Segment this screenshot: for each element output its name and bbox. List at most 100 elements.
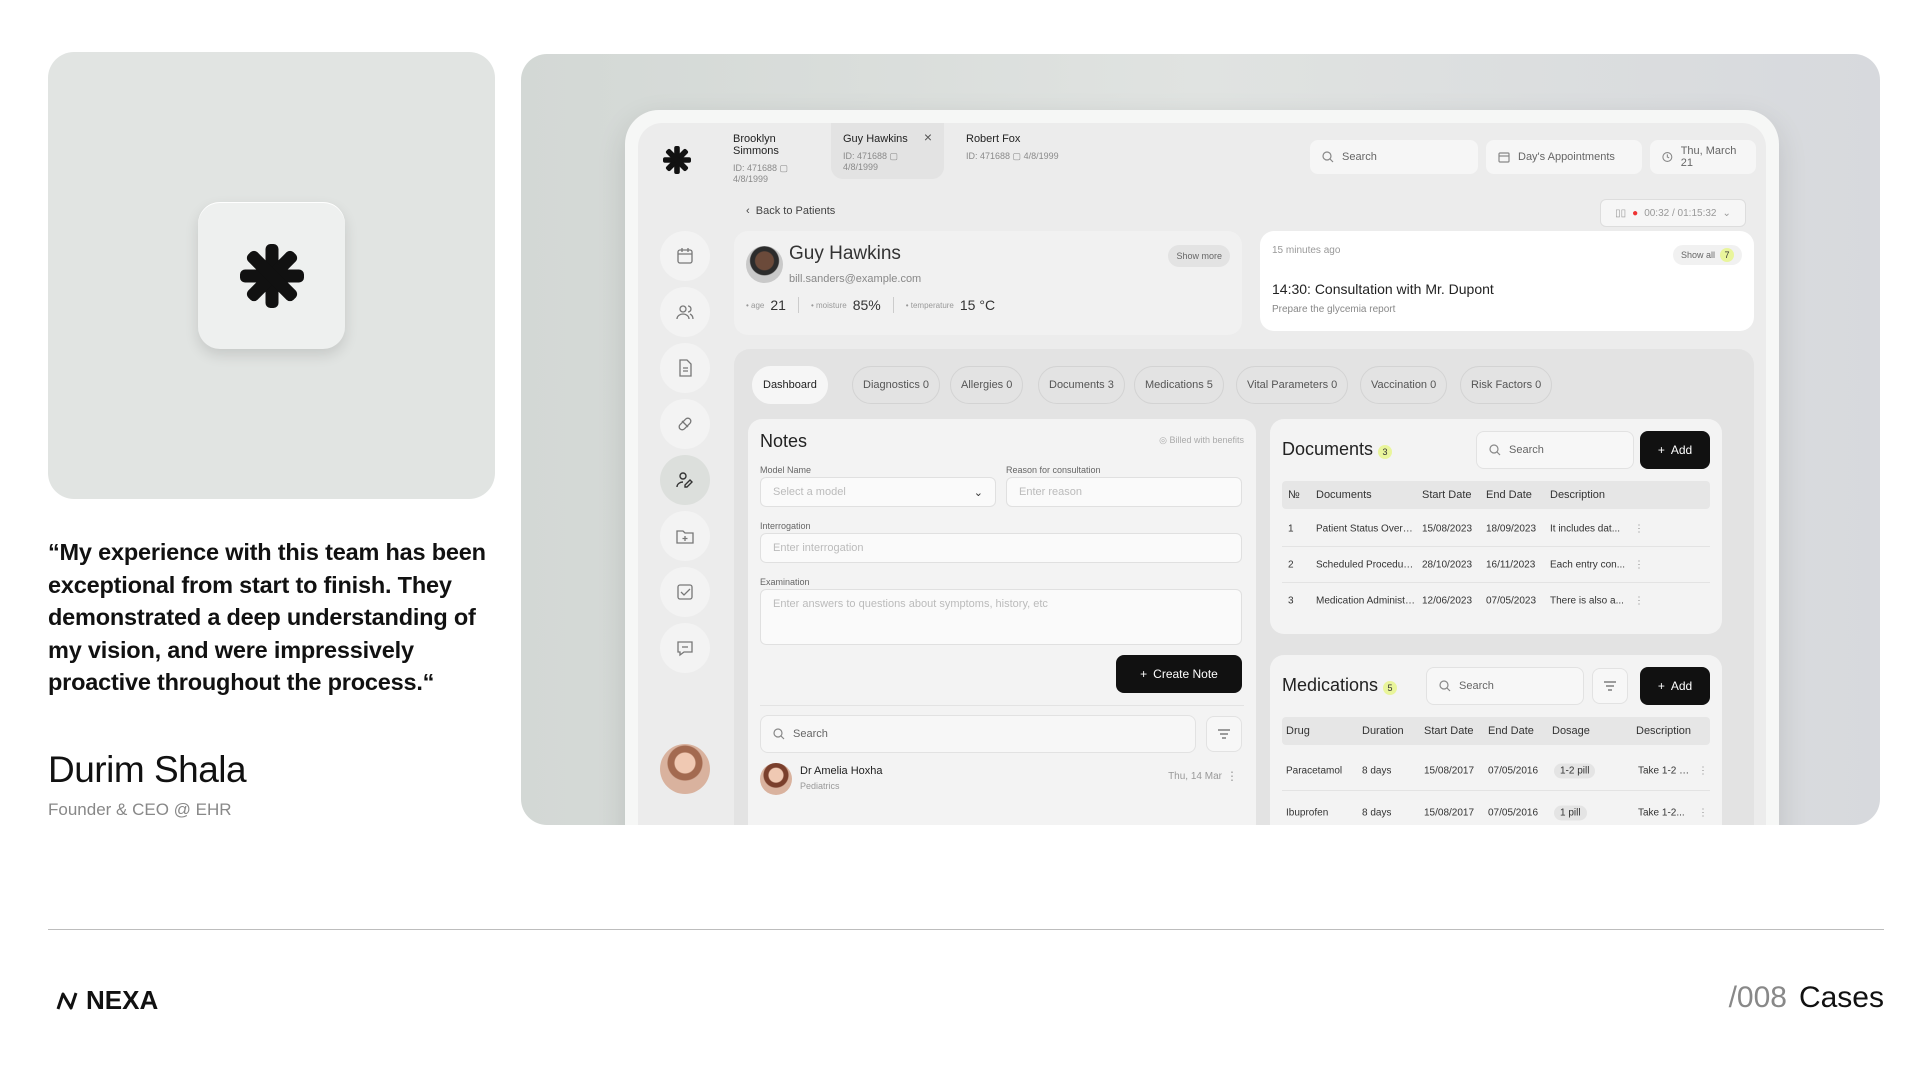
divider — [48, 929, 1884, 930]
add-medication-button[interactable]: + Add — [1640, 667, 1710, 705]
column-header: Duration — [1362, 725, 1404, 737]
table-cell: 1 — [1288, 523, 1294, 534]
more-vertical-icon[interactable]: ⋮ — [1634, 596, 1644, 607]
date-label: Thu, March 21 — [1680, 145, 1737, 169]
add-document-button[interactable]: + Add — [1640, 431, 1710, 469]
close-tab-icon[interactable]: × — [924, 129, 932, 145]
medications-card: Medications 5 Search + Add Drug Duration … — [1270, 655, 1722, 825]
reason-input[interactable]: Enter reason — [1006, 477, 1242, 507]
table-row[interactable]: 2 Scheduled Procedures... 28/10/2023 16/… — [1282, 547, 1710, 583]
sidebar — [638, 123, 721, 825]
examination-textarea[interactable]: Enter answers to questions about symptom… — [760, 589, 1242, 645]
column-header: Description — [1636, 725, 1692, 737]
checkbox-icon — [677, 584, 693, 600]
case-label: /008 Cases — [1729, 981, 1884, 1015]
model-select[interactable]: Select a model ⌄ — [760, 477, 996, 507]
add-label: Add — [1670, 443, 1693, 457]
calendar-nav-button[interactable] — [660, 231, 710, 281]
show-all-button[interactable]: Show all 7 — [1672, 245, 1742, 265]
document-icon — [679, 359, 692, 377]
notes-search-placeholder: Search — [793, 728, 828, 740]
age-label-text: age — [751, 300, 765, 310]
more-vertical-icon[interactable]: ⋮ — [1698, 808, 1708, 819]
medications-title-text: Medications — [1282, 675, 1379, 695]
column-header: End Date — [1488, 725, 1534, 737]
user-avatar[interactable] — [660, 744, 710, 794]
tab-id: ID: 471688 — [733, 163, 778, 173]
tab-diagnostics[interactable]: Diagnostics 0 — [852, 366, 941, 404]
recording-timer[interactable]: ▯▯ ● 00:32 / 01:15:32 ⌄ — [1600, 199, 1746, 227]
chat-icon — [677, 641, 693, 657]
tab-risk-factors[interactable]: Risk Factors 0 — [1460, 366, 1553, 404]
patient-tab-1[interactable]: Brooklyn Simmons ID: 471688 ▢ 4/8/1999 — [721, 123, 831, 184]
table-row[interactable]: 1 Patient Status Overvie... 15/08/2023 1… — [1282, 511, 1710, 547]
appointments-button[interactable]: Day's Appointments — [1486, 140, 1642, 174]
documents-search[interactable]: Search — [1476, 431, 1634, 469]
more-vertical-icon[interactable]: ⋮ — [1634, 559, 1644, 570]
note-date: Thu, 14 Mar — [1168, 771, 1222, 782]
documents-nav-button[interactable] — [660, 343, 710, 393]
plus-icon: + — [1140, 667, 1148, 681]
show-more-button[interactable]: Show more — [1168, 245, 1230, 267]
plus-icon: + — [1657, 443, 1665, 457]
author-name: Durim Shala — [48, 749, 247, 790]
patient-tab-3[interactable]: Robert Fox ID: 471688 ▢ 4/8/1999 — [954, 123, 1074, 179]
medications-count-badge: 5 — [1383, 681, 1398, 695]
tab-documents[interactable]: Documents 3 — [1038, 366, 1125, 404]
medications-table-header: Drug Duration Start Date End Date Dosage… — [1282, 717, 1710, 745]
tab-dashboard[interactable]: Dashboard — [752, 366, 828, 404]
tab-id: ID: 471688 — [843, 151, 888, 161]
pill-nav-button[interactable] — [660, 399, 710, 449]
tab-allergies[interactable]: Allergies 0 — [950, 366, 1024, 404]
column-header: Documents — [1316, 489, 1372, 501]
patient-tab-2[interactable]: Guy Hawkins ID: 471688 ▢ 4/8/1999 × — [831, 123, 944, 179]
plus-icon: + — [1657, 679, 1665, 693]
folder-nav-button[interactable] — [660, 511, 710, 561]
tasks-nav-button[interactable] — [660, 567, 710, 617]
tab-vital-parameters[interactable]: Vital Parameters 0 — [1236, 366, 1349, 404]
patients-nav-button[interactable] — [660, 287, 710, 337]
back-to-patients-link[interactable]: ‹ Back to Patients — [746, 205, 835, 217]
tab-dob: 4/8/1999 — [843, 162, 879, 172]
tab-meta: ID: 471688 ▢ 4/8/1999 — [733, 163, 789, 184]
more-vertical-icon[interactable]: ⋮ — [1698, 765, 1708, 776]
timer-value: 00:32 / 01:15:32 — [1644, 207, 1717, 219]
reason-label: Reason for consultation — [1006, 465, 1101, 475]
column-header: Description — [1550, 489, 1606, 501]
table-cell: Patient Status Overvie... — [1316, 523, 1416, 534]
filter-button[interactable] — [1592, 668, 1628, 704]
app-screenshot: Brooklyn Simmons ID: 471688 ▢ 4/8/1999 Gu… — [521, 54, 1880, 825]
messages-nav-button[interactable] — [660, 623, 710, 673]
table-row[interactable]: Paracetamol 8 days 15/08/2017 07/05/2016… — [1282, 751, 1710, 791]
appointment-subtitle: Prepare the glycemia report — [1272, 304, 1396, 315]
more-vertical-icon[interactable]: ⋮ — [1226, 769, 1238, 783]
search-icon — [1322, 151, 1334, 163]
doctor-nav-button[interactable] — [660, 455, 710, 505]
interrogation-input[interactable]: Enter interrogation — [760, 533, 1242, 563]
filter-button[interactable] — [1206, 716, 1242, 752]
table-row[interactable]: 3 Medication Administrat... 12/06/2023 0… — [1282, 583, 1710, 619]
table-cell: 3 — [1288, 595, 1294, 607]
column-header: № — [1288, 489, 1300, 501]
notes-card: Notes ◎ Billed with benefits Model Name … — [748, 419, 1256, 825]
device-frame: Brooklyn Simmons ID: 471688 ▢ 4/8/1999 Gu… — [625, 110, 1779, 825]
table-cell: There is also a... — [1550, 595, 1624, 607]
appointment-card[interactable]: 15 minutes ago Show all 7 14:30: Consulta… — [1260, 231, 1754, 331]
notes-search[interactable]: Search — [760, 715, 1196, 753]
model-name-label: Model Name — [760, 465, 812, 475]
tab-medications[interactable]: Medications 5 — [1134, 366, 1224, 404]
table-cell: Scheduled Procedures... — [1316, 559, 1416, 570]
header-search[interactable]: Search — [1310, 140, 1478, 174]
brand: NEXA — [56, 985, 158, 1016]
table-row[interactable]: Ibuprofen 8 days 15/08/2017 07/05/2016 1… — [1282, 793, 1710, 825]
case-number: /008 — [1728, 981, 1787, 1014]
medications-search[interactable]: Search — [1426, 667, 1584, 705]
documents-title-text: Documents — [1282, 439, 1374, 459]
notes-title: Notes — [760, 431, 808, 451]
create-note-button[interactable]: + Create Note — [1116, 655, 1242, 693]
tab-dob: 4/8/1999 — [733, 174, 769, 184]
header-search-placeholder: Search — [1342, 151, 1377, 163]
tab-vaccination[interactable]: Vaccination 0 — [1360, 366, 1448, 404]
column-header: Start Date — [1424, 725, 1474, 737]
more-vertical-icon[interactable]: ⋮ — [1634, 523, 1644, 534]
